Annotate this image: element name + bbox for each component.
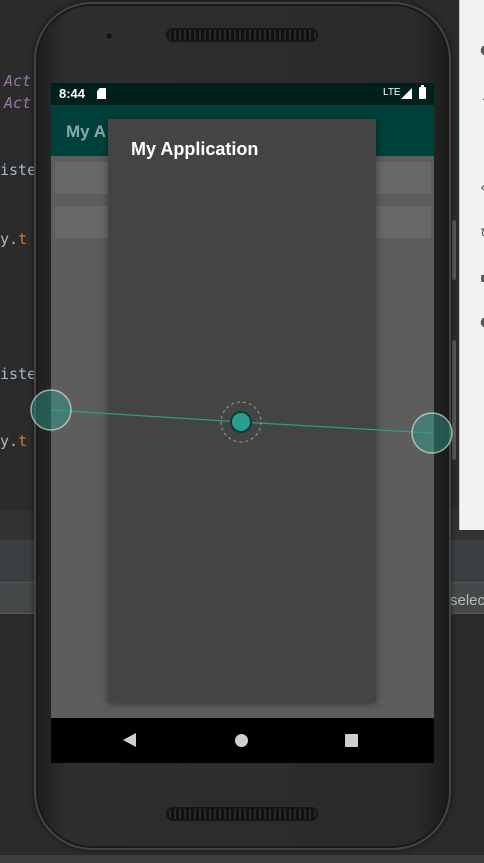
touch-point[interactable] [411,412,453,454]
touch-point[interactable] [30,389,72,431]
pinch-center-point[interactable] [230,411,252,433]
gesture-line [240,421,433,434]
gesture-line [50,409,242,423]
gesture-overlay [30,389,453,454]
